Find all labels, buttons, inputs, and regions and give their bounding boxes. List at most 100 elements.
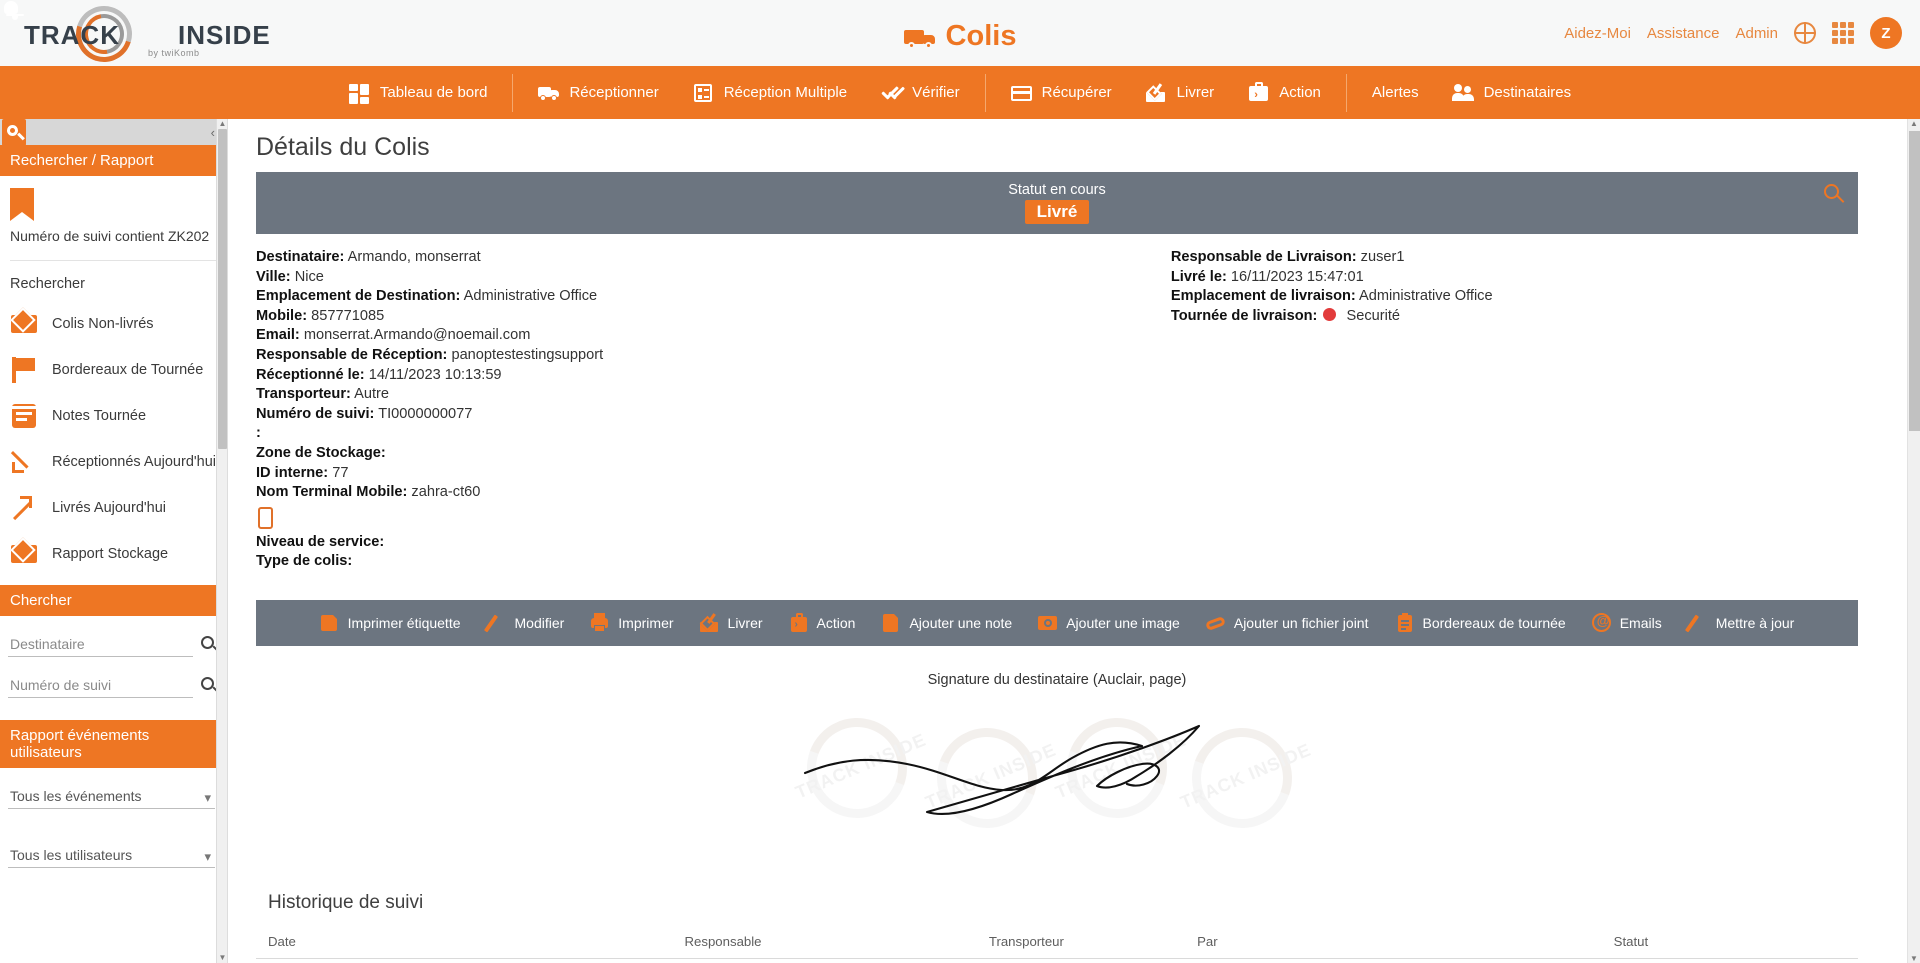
apps-grid-icon[interactable] <box>1832 22 1854 44</box>
nav-label: Livrer <box>1176 84 1215 101</box>
nav-item-reception-multiple[interactable]: Réception Multiple <box>676 66 864 119</box>
magnifier-icon[interactable] <box>1824 184 1845 204</box>
support-link[interactable]: Assistance <box>1647 25 1720 42</box>
sidebar-item-bordereaux-de-tournee[interactable]: Bordereaux de Tournée <box>0 347 227 393</box>
action-button[interactable]: › Action <box>776 612 869 633</box>
nav-label: Action <box>1279 84 1321 101</box>
nav-item-tableau-de-bord[interactable]: Tableau de bord <box>332 66 505 119</box>
nav-item-action[interactable]: › Action <box>1231 66 1338 119</box>
mobile-phone-icon <box>258 506 273 529</box>
detail-value: 14/11/2023 10:13:59 <box>368 366 502 383</box>
left-sidebar: ‹ Rechercher / Rapport Numéro de suivi c… <box>0 119 228 963</box>
toolbar-label: Ajouter une image <box>1066 614 1180 631</box>
scrollbar-thumb[interactable] <box>218 129 227 449</box>
route-sheets-button[interactable]: Bordereaux de tournée <box>1382 612 1579 633</box>
detail-transporteur: Transporteur: Autre <box>256 385 1111 405</box>
toolbar-label: Emails <box>1619 614 1662 631</box>
print-label-button[interactable]: Imprimer étiquette <box>307 613 474 633</box>
destinataire-input[interactable] <box>8 632 193 657</box>
numero-de-suivi-input[interactable] <box>8 673 193 698</box>
toolbar-label: Ajouter un fichier joint <box>1233 614 1369 631</box>
detail-label: Zone de Stockage: <box>256 444 386 461</box>
main-navigation-bar: Tableau de bord Réceptionner Réception M… <box>0 1 1920 119</box>
modify-button[interactable]: Modifier <box>474 613 578 633</box>
globe-icon[interactable] <box>1794 22 1816 44</box>
detail-email: Email: monserrat.Armando@noemail.com <box>256 326 1111 346</box>
detail-niveau-de-service: Niveau de service: <box>256 533 1111 553</box>
evenements-select[interactable]: Tous les événements <box>8 784 215 809</box>
table-row[interactable]: 14/11/2023 10:13:59 Armando, monserrat A… <box>256 958 1858 963</box>
add-image-button[interactable]: Ajouter une image <box>1025 613 1193 633</box>
sidebar-item-rechercher[interactable]: Rechercher <box>0 119 227 301</box>
main-scrollbar[interactable]: ▲ ▼ <box>1907 119 1920 963</box>
detail-label: Ville: <box>256 268 291 285</box>
nav-item-alertes[interactable]: Alertes <box>4 1 1436 119</box>
detail-value: zuser1 <box>1360 249 1405 265</box>
col-statut[interactable]: Statut <box>1601 925 1858 959</box>
briefcase-action-icon: › <box>1248 81 1270 103</box>
toolbar-label: Imprimer étiquette <box>347 614 461 631</box>
avatar[interactable]: Z <box>1870 17 1902 49</box>
emails-button[interactable]: Emails <box>1579 612 1675 633</box>
chevron-left-icon: ‹ <box>210 124 215 140</box>
sidebar-collapse-button[interactable]: ‹ <box>0 119 227 145</box>
nav-label: Alertes <box>1371 84 1419 101</box>
envelope-icon <box>10 537 38 568</box>
sidebar-item-livres-aujourdhui[interactable]: Livrés Aujourd'hui <box>0 485 227 531</box>
detail-numero-de-suivi: Numéro de suivi: TI0000000077 <box>256 405 1111 425</box>
scroll-up-arrow-icon[interactable]: ▲ <box>1910 119 1918 128</box>
sidebar-item-label: Notes Tournée <box>52 408 147 424</box>
cell-date: 14/11/2023 10:13:59 <box>256 958 673 963</box>
signature-canvas: TRACK INSIDE TRACK INSIDE TRACK INSIDE T… <box>256 698 1858 858</box>
detail-value: zahra-ct60 <box>411 484 481 501</box>
sidebar-scrollbar[interactable]: ▲ ▼ <box>216 119 227 963</box>
nav-item-recuperer[interactable]: Récupérer <box>994 66 1129 119</box>
nav-item-destinataires[interactable]: Destinataires <box>1436 66 1589 119</box>
utilisateurs-select[interactable]: Tous les utilisateurs <box>8 843 215 868</box>
add-attachment-button[interactable]: Ajouter un fichier joint <box>1193 613 1382 633</box>
admin-link[interactable]: Admin <box>1735 25 1778 42</box>
toolbar-label: Mettre à jour <box>1715 614 1795 631</box>
deliver-button[interactable]: Livrer <box>687 613 776 633</box>
update-button[interactable]: Mettre à jour <box>1675 613 1808 633</box>
nav-item-receptionner[interactable]: Réceptionner <box>521 66 675 119</box>
nav-item-verifier[interactable]: Vérifier <box>864 66 977 119</box>
sidebar-section-rechercher-rapport: Rechercher / Rapport <box>0 145 227 176</box>
sidebar-item-colis-non-livres[interactable]: Colis Non-livrés <box>0 301 227 347</box>
detail-value: Securité <box>1346 307 1401 324</box>
detail-value: Administrative Office <box>463 288 598 305</box>
nav-group-reception: Réceptionner Réception Multiple Vérifier <box>521 66 976 119</box>
sidebar-item-rapport-stockage[interactable]: Rapport Stockage <box>0 531 227 577</box>
scroll-up-arrow-icon[interactable]: ▲ <box>218 119 227 129</box>
detail-label: ID interne: <box>256 464 329 481</box>
sidebar-item-label: Rapport Stockage <box>52 546 169 562</box>
col-transporteur[interactable]: Transporteur <box>976 925 1186 959</box>
detail-value: Administrative Office <box>1359 288 1493 305</box>
add-note-button[interactable]: Ajouter une note <box>868 612 1025 633</box>
scrollbar-thumb[interactable] <box>1909 131 1920 431</box>
detail-ville: Ville: Nice <box>256 268 1111 288</box>
help-link[interactable]: Aidez-Moi <box>1564 25 1631 42</box>
sidebar-item-notes-tournee[interactable]: Notes Tournée <box>0 393 227 439</box>
detail-value: Autre <box>354 386 390 403</box>
nav-item-livrer[interactable]: Livrer <box>1129 66 1232 119</box>
main-content: Détails du Colis Statut en cours Livré D… <box>228 119 1920 963</box>
scroll-down-arrow-icon[interactable]: ▼ <box>218 953 227 963</box>
print-button[interactable]: Imprimer <box>577 612 686 633</box>
nav-divider <box>1345 73 1347 112</box>
scroll-down-arrow-icon[interactable]: ▼ <box>1910 954 1918 963</box>
nav-label: Réceptionner <box>569 84 659 101</box>
detail-label: Emplacement de Destination: <box>256 288 461 305</box>
nav-group-alerts: Alertes Destinataires <box>4 1 1589 119</box>
detail-value: Armando, monserrat <box>347 249 481 265</box>
search-doc-icon <box>2 119 26 146</box>
detail-responsable-livraison: Responsable de Livraison: zuser1 <box>1171 248 1900 268</box>
detail-value: Nice <box>294 268 324 285</box>
sidebar-item-receptionnes-aujourdhui[interactable]: Réceptionnés Aujourd'hui <box>0 439 227 485</box>
details-left-column: Destinataire: Armando, monserrat Ville: … <box>256 248 1111 572</box>
route-color-dot <box>1323 307 1337 321</box>
col-par[interactable]: Par <box>1185 925 1602 959</box>
col-responsable[interactable]: Responsable <box>672 925 977 959</box>
detail-blank: : <box>256 424 1111 444</box>
col-date[interactable]: Date <box>256 925 673 959</box>
